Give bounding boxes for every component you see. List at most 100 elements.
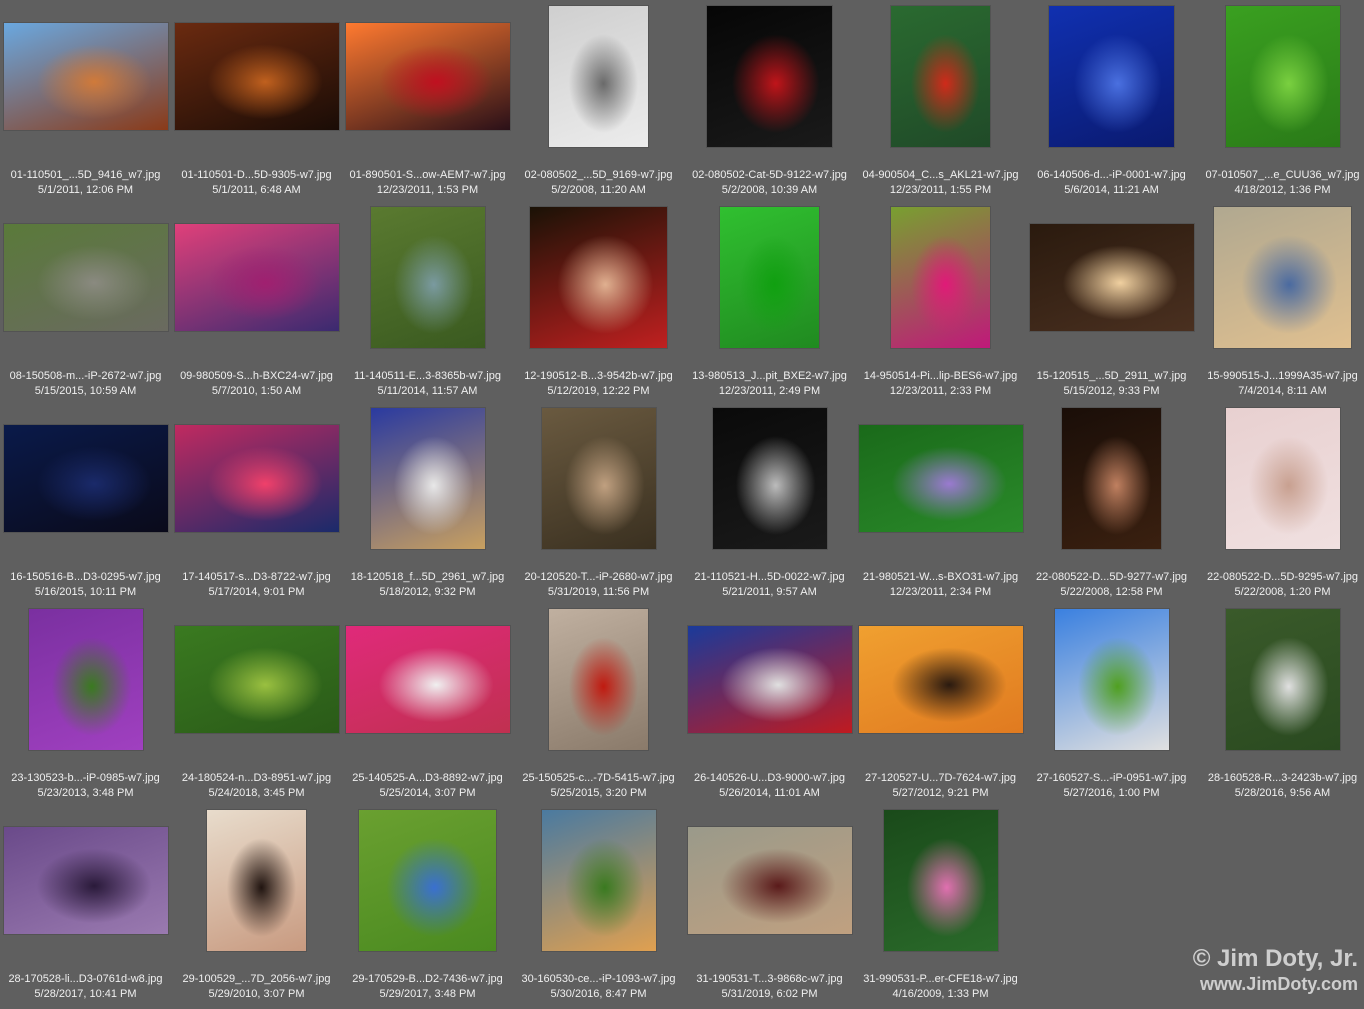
thumbnail-item[interactable]: 12-190512-B...3-9542b-w7.jpg 5/12/2019, 1…	[513, 201, 684, 402]
file-date: 5/28/2017, 10:41 PM	[34, 988, 137, 1000]
file-date: 4/16/2009, 1:33 PM	[892, 988, 989, 1000]
thumbnail-image[interactable]	[3, 22, 168, 130]
thumbnail-item[interactable]: 22-080522-D...5D-9295-w7.jpg 5/22/2008, 1…	[1197, 402, 1364, 603]
thumbnail-frame	[0, 205, 171, 349]
file-name: 18-120518_f...5D_2961_w7.jpg	[350, 571, 505, 583]
thumbnail-image[interactable]	[687, 625, 852, 733]
thumbnail-image[interactable]	[712, 407, 827, 549]
thumbnail-item[interactable]: 23-130523-b...-iP-0985-w7.jpg 5/23/2013, …	[0, 603, 171, 804]
thumbnail-frame	[342, 607, 513, 751]
thumbnail-item[interactable]: 21-110521-H...5D-0022-w7.jpg 5/21/2011, 9…	[684, 402, 855, 603]
file-name: 29-170529-B...D2-7436-w7.jpg	[352, 973, 503, 985]
thumbnail-item[interactable]: 18-120518_f...5D_2961_w7.jpg 5/18/2012, 9…	[342, 402, 513, 603]
thumbnail-image[interactable]	[345, 625, 510, 733]
thumbnail-image[interactable]	[549, 608, 648, 750]
thumbnail-image[interactable]	[3, 424, 168, 532]
thumbnail-frame	[684, 406, 855, 550]
thumbnail-image[interactable]	[541, 809, 656, 951]
thumbnail-item[interactable]: 07-010507_...e_CUU36_w7.jpg 4/18/2012, 1:…	[1197, 0, 1364, 201]
file-name: 21-110521-H...5D-0022-w7.jpg	[694, 571, 845, 583]
thumbnail-image[interactable]	[1062, 407, 1161, 549]
thumbnail-image[interactable]	[1049, 5, 1174, 147]
thumbnail-item[interactable]: 01-890501-S...ow-AEM7-w7.jpg 12/23/2011, …	[342, 0, 513, 201]
thumbnail-item[interactable]: 30-160530-ce...-iP-1093-w7.jpg 5/30/2016,…	[513, 804, 684, 1005]
thumbnail-image[interactable]	[174, 22, 339, 130]
thumbnail-image[interactable]	[891, 206, 990, 348]
thumbnail-item[interactable]: 28-170528-li...D3-0761d-w8.jpg 5/28/2017,…	[0, 804, 171, 1005]
thumbnail-item[interactable]: 25-140525-A...D3-8892-w7.jpg 5/25/2014, 3…	[342, 603, 513, 804]
thumbnail-frame	[1197, 4, 1364, 148]
thumbnail-item[interactable]: 11-140511-E...3-8365b-w7.jpg 5/11/2014, 1…	[342, 201, 513, 402]
file-date: 5/31/2019, 11:56 PM	[547, 586, 650, 598]
thumbnail-image[interactable]	[1214, 206, 1351, 348]
thumbnail-item[interactable]: 29-100529_...7D_2056-w7.jpg 5/29/2010, 3:…	[171, 804, 342, 1005]
thumbnail-image[interactable]	[891, 5, 990, 147]
thumbnail-item[interactable]: 09-980509-S...h-BXC24-w7.jpg 5/7/2010, 1:…	[171, 201, 342, 402]
thumbnail-item[interactable]: 08-150508-m...-iP-2672-w7.jpg 5/15/2015, …	[0, 201, 171, 402]
thumbnail-item[interactable]: 29-170529-B...D2-7436-w7.jpg 5/29/2017, 3…	[342, 804, 513, 1005]
thumbnail-item[interactable]: 13-980513_J...pit_BXE2-w7.jpg 12/23/2011,…	[684, 201, 855, 402]
thumbnail-image[interactable]	[720, 206, 819, 348]
file-name: 24-180524-n...D3-8951-w7.jpg	[181, 772, 332, 784]
thumbnail-image[interactable]	[174, 223, 339, 331]
thumbnail-item[interactable]: 01-110501-D...5D-9305-w7.jpg 5/1/2011, 6:…	[171, 0, 342, 201]
thumbnail-image[interactable]	[174, 424, 339, 532]
thumbnail-image[interactable]	[370, 206, 485, 348]
thumbnail-item[interactable]: 02-080502-Cat-5D-9122-w7.jpg 5/2/2008, 10…	[684, 0, 855, 201]
file-name: 11-140511-E...3-8365b-w7.jpg	[354, 370, 501, 382]
thumbnail-image[interactable]	[541, 407, 656, 549]
thumbnail-image[interactable]	[530, 206, 667, 348]
thumbnail-item[interactable]: 14-950514-Pi...lip-BES6-w7.jpg 12/23/2011…	[855, 201, 1026, 402]
thumbnail-image[interactable]	[687, 826, 852, 934]
thumbnail-item[interactable]: 20-120520-T...-iP-2680-w7.jpg 5/31/2019, …	[513, 402, 684, 603]
thumbnail-image[interactable]	[207, 809, 306, 951]
thumbnail-item[interactable]: 16-150516-B...D3-0295-w7.jpg 5/16/2015, 1…	[0, 402, 171, 603]
thumbnail-frame	[855, 4, 1026, 148]
file-name: 09-980509-S...h-BXC24-w7.jpg	[180, 370, 333, 382]
thumbnail-frame	[513, 4, 684, 148]
thumbnail-image[interactable]	[1225, 608, 1340, 750]
thumbnail-image[interactable]	[359, 809, 496, 951]
thumbnail-item[interactable]: 27-160527-S...-iP-0951-w7.jpg 5/27/2016, …	[1026, 603, 1197, 804]
thumbnail-image[interactable]	[549, 5, 648, 147]
thumbnail-item[interactable]: 24-180524-n...D3-8951-w7.jpg 5/24/2018, 3…	[171, 603, 342, 804]
thumbnail-image[interactable]	[3, 826, 168, 934]
thumbnail-image[interactable]	[883, 809, 998, 951]
file-date: 5/24/2018, 3:45 PM	[208, 787, 305, 799]
thumbnail-item[interactable]: 02-080502_...5D_9169-w7.jpg 5/2/2008, 11:…	[513, 0, 684, 201]
thumbnail-item[interactable]: 15-120515_...5D_2911_w7.jpg 5/15/2012, 9:…	[1026, 201, 1197, 402]
thumbnail-image[interactable]	[1225, 5, 1340, 147]
thumbnail-image[interactable]	[858, 625, 1023, 733]
thumbnail-item[interactable]: 21-980521-W...s-BXO31-w7.jpg 12/23/2011, …	[855, 402, 1026, 603]
file-name: 31-190531-T...3-9868c-w7.jpg	[696, 973, 843, 985]
thumbnail-image[interactable]	[174, 625, 339, 733]
thumbnail-image[interactable]	[1054, 608, 1169, 750]
thumbnail-item[interactable]: 31-990531-P...er-CFE18-w7.jpg 4/16/2009, …	[855, 804, 1026, 1005]
thumbnail-item[interactable]: 31-190531-T...3-9868c-w7.jpg 5/31/2019, 6…	[684, 804, 855, 1005]
thumbnail-item[interactable]: 28-160528-R...3-2423b-w7.jpg 5/28/2016, 9…	[1197, 603, 1364, 804]
file-name: 22-080522-D...5D-9277-w7.jpg	[1035, 571, 1188, 583]
thumbnail-item[interactable]: 27-120527-U...7D-7624-w7.jpg 5/27/2012, 9…	[855, 603, 1026, 804]
thumbnail-item[interactable]: 04-900504_C...s_AKL21-w7.jpg 12/23/2011, …	[855, 0, 1026, 201]
thumbnail-frame	[1026, 4, 1197, 148]
thumbnail-image[interactable]	[707, 5, 832, 147]
thumbnail-image[interactable]	[858, 424, 1023, 532]
thumbnail-item[interactable]: 15-990515-J...1999A35-w7.jpg 7/4/2014, 8:…	[1197, 201, 1364, 402]
thumbnail-image[interactable]	[3, 223, 168, 331]
file-name: 17-140517-s...D3-8722-w7.jpg	[182, 571, 331, 583]
thumbnail-image[interactable]	[1029, 223, 1194, 331]
thumbnail-image[interactable]	[28, 608, 143, 750]
file-name: 12-190512-B...3-9542b-w7.jpg	[524, 370, 673, 382]
file-name: 15-120515_...5D_2911_w7.jpg	[1036, 370, 1187, 382]
file-date: 5/26/2014, 11:01 AM	[719, 787, 820, 799]
thumbnail-image[interactable]	[370, 407, 485, 549]
thumbnail-item[interactable]: 06-140506-d...-iP-0001-w7.jpg 5/6/2014, 1…	[1026, 0, 1197, 201]
thumbnail-image[interactable]	[345, 22, 510, 130]
thumbnail-item[interactable]: 25-150525-c...-7D-5415-w7.jpg 5/25/2015, …	[513, 603, 684, 804]
thumbnail-item[interactable]: 17-140517-s...D3-8722-w7.jpg 5/17/2014, 9…	[171, 402, 342, 603]
thumbnail-item[interactable]: 22-080522-D...5D-9277-w7.jpg 5/22/2008, 1…	[1026, 402, 1197, 603]
thumbnail-image[interactable]	[1225, 407, 1340, 549]
thumbnail-item[interactable]: 26-140526-U...D3-9000-w7.jpg 5/26/2014, 1…	[684, 603, 855, 804]
thumbnail-item[interactable]: 01-110501_...5D_9416_w7.jpg 5/1/2011, 12:…	[0, 0, 171, 201]
thumbnail-frame	[684, 808, 855, 952]
